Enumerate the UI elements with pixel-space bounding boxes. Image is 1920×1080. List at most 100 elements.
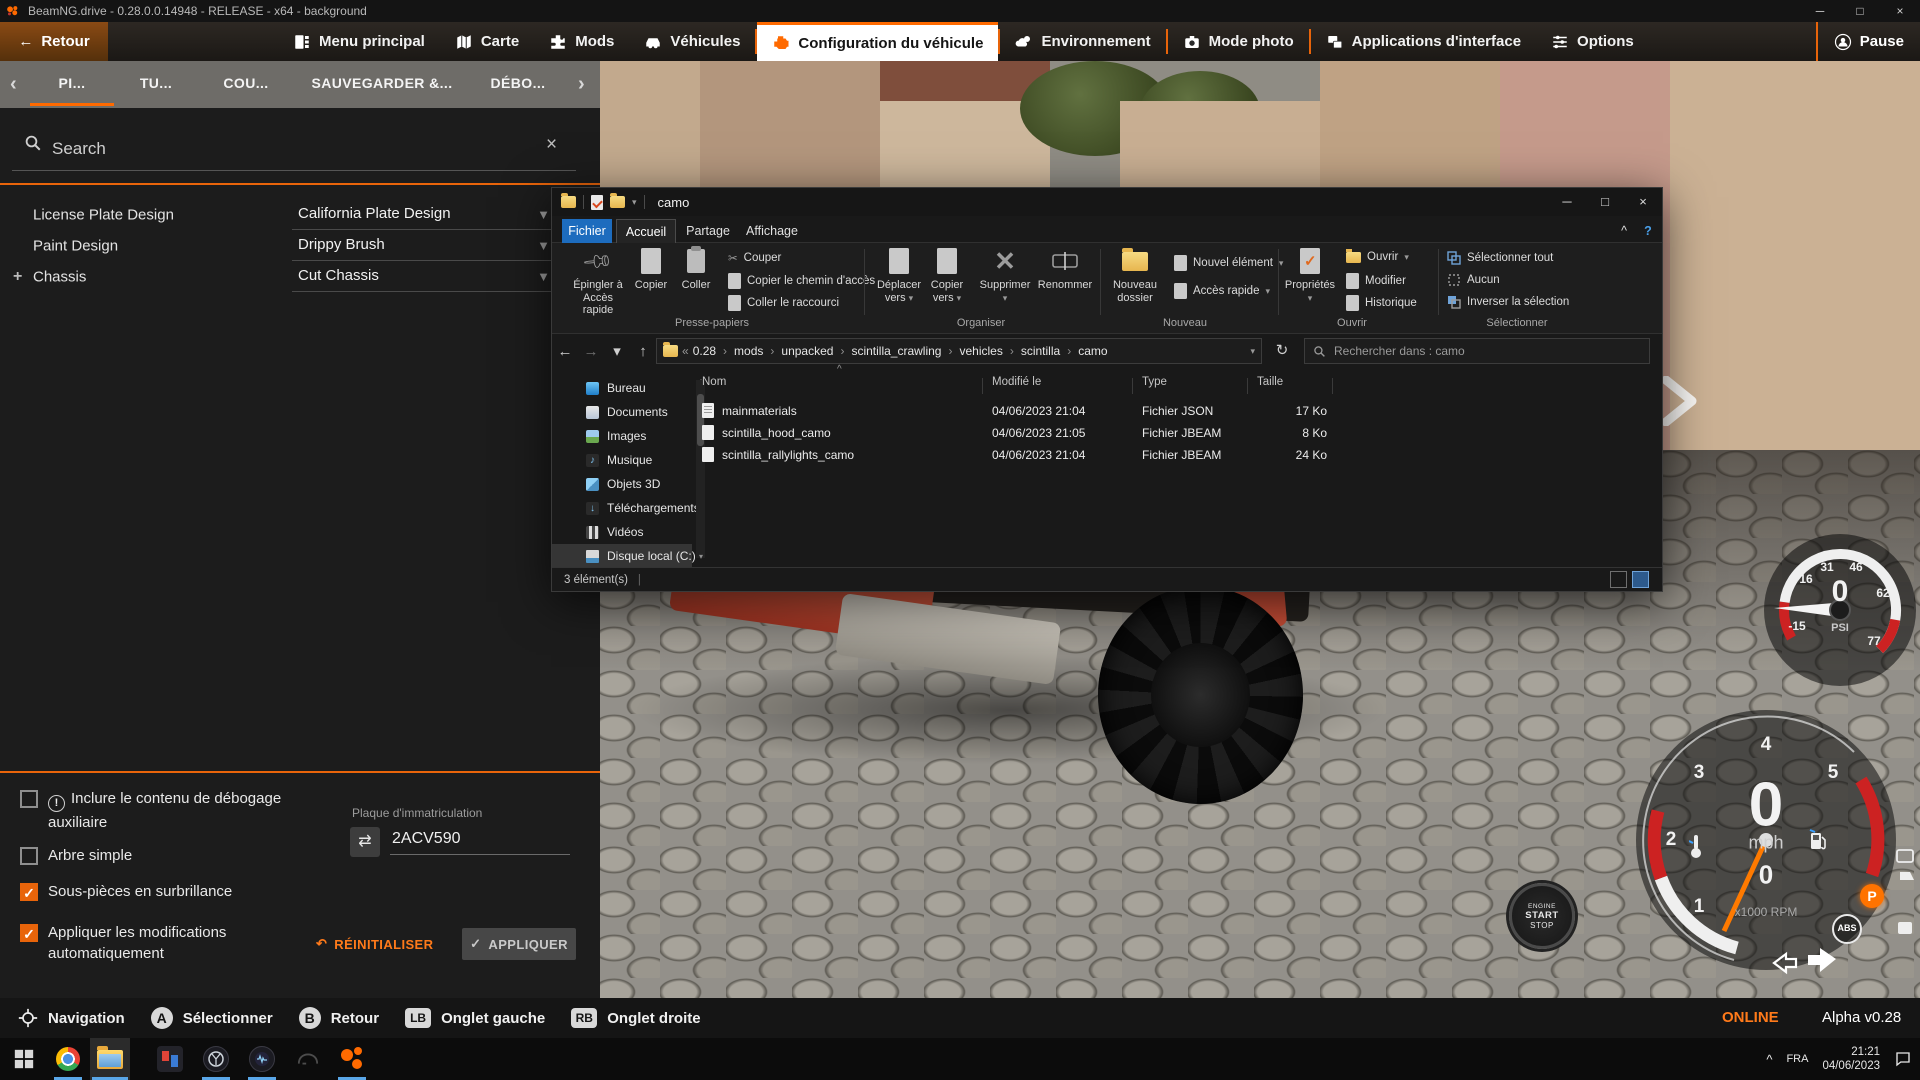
part-select-license-plate[interactable]: California Plate Design ▼ xyxy=(292,200,556,230)
breadcrumb[interactable]: « 0.28› mods› unpacked› scintilla_crawli… xyxy=(656,338,1262,364)
taskbar-explorer[interactable] xyxy=(90,1038,130,1080)
tab-partage[interactable]: Partage xyxy=(680,219,736,243)
edit-button[interactable]: Modifier xyxy=(1346,273,1406,289)
quick-access-newfolder-icon[interactable] xyxy=(610,196,625,208)
refresh-icon[interactable]: ↻ xyxy=(1268,338,1296,364)
paste-shortcut-button[interactable]: Coller le raccourci xyxy=(728,295,839,311)
tab-fichier[interactable]: Fichier xyxy=(562,219,612,243)
explorer-search-box[interactable] xyxy=(1304,338,1650,364)
new-folder-button[interactable]: Nouveau dossier xyxy=(1106,246,1164,304)
engine-start-stop-button[interactable]: ENGINE START STOP xyxy=(1509,883,1575,949)
history-button[interactable]: Historique xyxy=(1346,295,1417,311)
large-icons-view-icon[interactable] xyxy=(1632,571,1649,588)
file-row[interactable]: scintilla_hood_camo xyxy=(702,422,831,443)
file-row[interactable]: scintilla_rallylights_camo xyxy=(702,444,854,465)
crumb-unpacked[interactable]: unpacked xyxy=(781,344,833,358)
crumb-vehicles[interactable]: vehicles xyxy=(959,344,1002,358)
column-header-taille[interactable]: Taille xyxy=(1257,376,1283,388)
taskbar-app-2[interactable] xyxy=(196,1038,236,1080)
maximize-button[interactable]: □ xyxy=(1840,0,1880,22)
nav-item-images[interactable]: Images xyxy=(552,424,692,448)
nav-item-disque-local-c[interactable]: Disque local (C:) xyxy=(552,544,692,568)
nav-up-icon[interactable]: ↑ xyxy=(630,343,656,360)
explorer-close-button[interactable]: × xyxy=(1624,188,1662,216)
menu-item-options[interactable]: Options xyxy=(1536,22,1649,61)
nav-back-icon[interactable]: ← xyxy=(552,343,578,360)
breadcrumb-overflow-icon[interactable]: « xyxy=(682,344,689,358)
new-item-button[interactable]: Nouvel élément▾ xyxy=(1174,255,1283,271)
crumb-0.28[interactable]: 0.28 xyxy=(693,344,716,358)
checkbox-checked[interactable]: ✓ xyxy=(20,924,38,942)
help-icon[interactable]: ? xyxy=(1638,219,1658,243)
part-select-paint[interactable]: Drippy Brush ▼ xyxy=(292,231,556,261)
explorer-search-input[interactable] xyxy=(1332,343,1641,359)
plate-input[interactable] xyxy=(390,829,570,855)
menu-item-environment[interactable]: Environnement xyxy=(1000,22,1165,61)
nav-item-objets-3d[interactable]: Objets 3D xyxy=(552,472,692,496)
crumb-mods[interactable]: mods xyxy=(734,344,763,358)
start-button[interactable] xyxy=(4,1038,44,1080)
copy-button[interactable]: Copier xyxy=(628,246,674,292)
checkbox-unchecked[interactable] xyxy=(20,790,38,808)
language-indicator[interactable]: FRA xyxy=(1786,1053,1808,1065)
ribbon-collapse-icon[interactable]: ^ xyxy=(1612,219,1636,243)
menu-item-photo-mode[interactable]: Mode photo xyxy=(1168,22,1309,61)
menu-item-main[interactable]: Menu principal xyxy=(278,22,440,61)
tab-tuning[interactable]: TU... xyxy=(140,75,172,91)
apply-button[interactable]: ✓ APPLIQUER xyxy=(462,928,576,960)
cut-button[interactable]: ✂ Couper xyxy=(728,251,781,265)
quick-access-customize-icon[interactable]: ▾ xyxy=(632,197,637,208)
checkbox-debug-content[interactable]: !Inclure le contenu de débogage auxiliai… xyxy=(20,788,320,833)
taskbar-app-1[interactable] xyxy=(150,1038,190,1080)
turn-signal-icons[interactable] xyxy=(1770,945,1840,980)
parts-search-input[interactable] xyxy=(50,138,520,160)
nav-item-documents[interactable]: Documents xyxy=(552,400,692,424)
select-none-button[interactable]: Aucun xyxy=(1447,273,1500,287)
explorer-titlebar[interactable]: ▾ camo ─ □ × xyxy=(552,188,1662,216)
tab-couleur[interactable]: COU... xyxy=(223,75,268,91)
expand-plus-icon[interactable]: + xyxy=(13,268,22,286)
open-button[interactable]: Ouvrir▾ xyxy=(1346,251,1409,263)
checkbox-unchecked[interactable] xyxy=(20,847,38,865)
details-view-icon[interactable] xyxy=(1610,571,1627,588)
explorer-minimize-button[interactable]: ─ xyxy=(1548,188,1586,216)
quick-access-properties-icon[interactable] xyxy=(591,195,603,210)
tab-sauvegarder[interactable]: SAUVEGARDER &... xyxy=(312,75,453,91)
copy-to-button[interactable]: Copier vers ▾ xyxy=(920,246,974,304)
checkbox-apply-automatically[interactable]: ✓ Appliquer les modifications automatiqu… xyxy=(20,922,320,964)
reset-button[interactable]: ↶ RÉINITIALISER xyxy=(316,928,433,960)
move-to-button[interactable]: Déplacer vers ▾ xyxy=(872,246,926,304)
nav-item-telechargements[interactable]: ↓Téléchargements xyxy=(552,496,692,520)
menu-item-ui-apps[interactable]: Applications d'interface xyxy=(1311,22,1536,61)
scene-next-arrow-icon[interactable] xyxy=(1658,376,1700,426)
pin-quick-access-button[interactable]: 📌︎ Épingler à Accès rapide xyxy=(571,246,625,317)
taskbar-app-3[interactable] xyxy=(242,1038,282,1080)
tab-debogage[interactable]: DÉBO... xyxy=(491,75,546,91)
column-header-nom[interactable]: Nom xyxy=(702,376,726,388)
minimize-button[interactable]: ─ xyxy=(1800,0,1840,22)
column-header-type[interactable]: Type xyxy=(1142,376,1167,388)
tab-accueil[interactable]: Accueil xyxy=(616,219,676,243)
quick-access-button[interactable]: Accès rapide▾ xyxy=(1174,283,1270,299)
copy-path-button[interactable]: Copier le chemin d'accès xyxy=(728,273,875,289)
menu-item-map[interactable]: Carte xyxy=(440,22,534,61)
plate-randomize-button[interactable]: ⇄ xyxy=(350,827,380,857)
properties-button[interactable]: ✓ Propriétés ▾ xyxy=(1284,246,1336,304)
menu-item-vehicles[interactable]: Véhicules xyxy=(629,22,755,61)
taskbar-beamng[interactable] xyxy=(332,1038,372,1080)
nav-forward-icon[interactable]: → xyxy=(578,343,604,360)
tabs-scroll-left-icon[interactable]: ‹ xyxy=(10,73,17,96)
menu-item-mods[interactable]: Mods xyxy=(534,22,629,61)
tab-affichage[interactable]: Affichage xyxy=(740,219,804,243)
nav-scroll-down-icon[interactable]: ▾ xyxy=(696,552,706,561)
crumb-scintilla[interactable]: scintilla xyxy=(1021,344,1060,358)
back-button[interactable]: ← Retour xyxy=(0,22,108,61)
tab-pieces[interactable]: PI... xyxy=(59,75,86,91)
address-dropdown-icon[interactable]: ▾ xyxy=(1250,346,1255,357)
file-row[interactable]: mainmaterials xyxy=(702,400,797,421)
checkbox-highlight-subparts[interactable]: ✓ Sous-pièces en surbrillance xyxy=(20,881,320,902)
select-all-button[interactable]: Sélectionner tout xyxy=(1447,251,1553,265)
explorer-maximize-button[interactable]: □ xyxy=(1586,188,1624,216)
checkbox-checked[interactable]: ✓ xyxy=(20,883,38,901)
paste-button[interactable]: Coller xyxy=(674,246,718,292)
